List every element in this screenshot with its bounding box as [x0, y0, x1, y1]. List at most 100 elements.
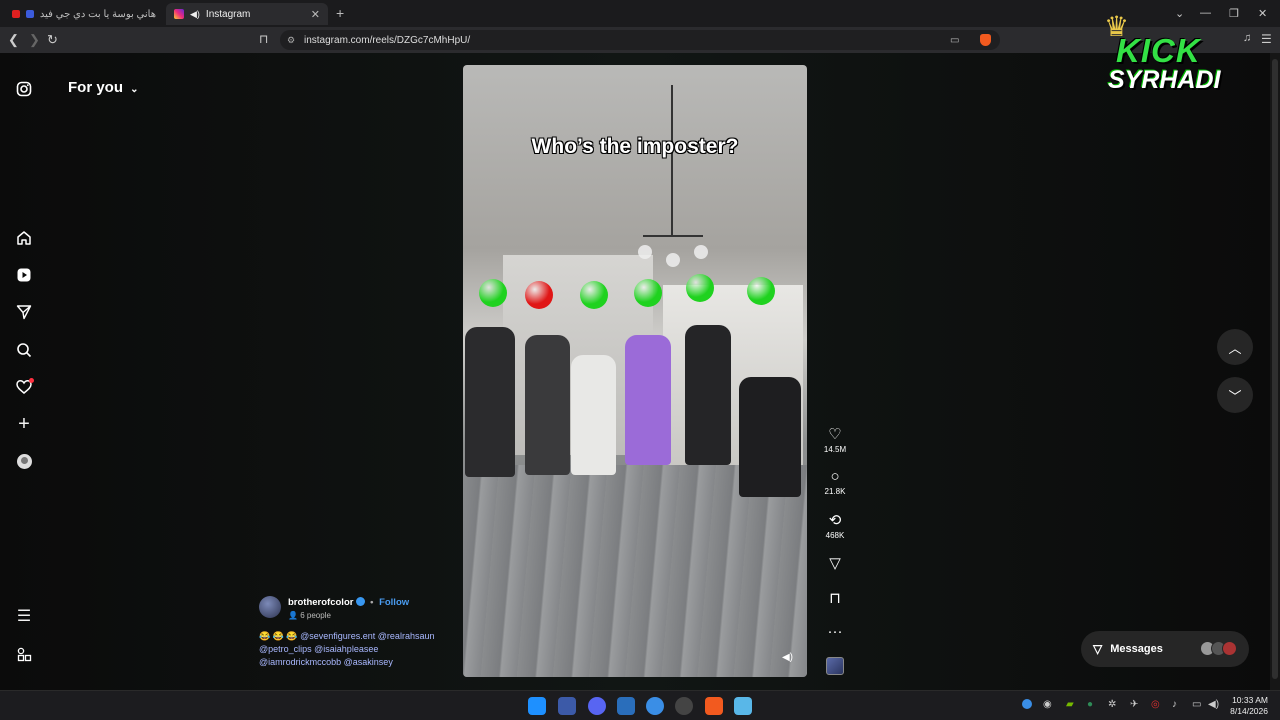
- explorer-icon[interactable]: [558, 697, 576, 715]
- network-icon[interactable]: ▭: [1192, 699, 1201, 710]
- bookmark-icon[interactable]: ⊓: [259, 32, 268, 46]
- scrollbar-thumb[interactable]: [1272, 59, 1278, 679]
- caption-line[interactable]: @petro_clips @isaiahpleasee: [259, 643, 449, 656]
- indicator-dot: [525, 281, 553, 309]
- tray-app-icon[interactable]: ◎: [1151, 699, 1160, 710]
- follow-button[interactable]: Follow: [379, 597, 409, 608]
- app-icon[interactable]: [646, 697, 664, 715]
- avatar: [1222, 641, 1237, 656]
- chandelier: [638, 85, 708, 275]
- collaborators[interactable]: 👤 6 people: [288, 611, 331, 620]
- dancer: [571, 355, 616, 475]
- message-avatars: [1200, 641, 1237, 656]
- windows-start-icon[interactable]: [528, 697, 546, 715]
- dancer: [739, 377, 801, 497]
- avatar[interactable]: [259, 596, 281, 618]
- messages-button[interactable]: ▽ Messages: [1081, 631, 1249, 667]
- close-tab-icon[interactable]: ✕: [311, 8, 320, 21]
- reel-video[interactable]: Who’s the imposter? ◀): [463, 65, 807, 677]
- tray-app-icon[interactable]: ✈: [1130, 699, 1138, 710]
- side-navigation: + ☰: [0, 53, 48, 690]
- dancer: [685, 325, 731, 465]
- feed-selector[interactable]: For you ⌄: [68, 79, 139, 96]
- search-icon[interactable]: [14, 340, 34, 360]
- username[interactable]: brotherofcolor: [288, 597, 353, 608]
- share-button[interactable]: ▽: [820, 554, 850, 572]
- instagram-favicon: [174, 9, 184, 19]
- flag-icon: [25, 10, 34, 18]
- page-scrollbar[interactable]: [1270, 53, 1280, 690]
- audio-icon: ◀): [190, 8, 200, 19]
- clock[interactable]: 10:33 AM 8/14/2026: [1226, 695, 1268, 717]
- like-button[interactable]: ♡ 14.5M: [820, 425, 850, 454]
- mute-icon[interactable]: ◀): [782, 652, 793, 663]
- audio-thumbnail[interactable]: [826, 657, 844, 675]
- new-tab-button[interactable]: +: [336, 5, 344, 21]
- kick-syrhadi-logo: ♛ KICK SYRHADI: [1104, 6, 1250, 100]
- send-icon: ▽: [1093, 642, 1103, 656]
- volume-icon[interactable]: ◀): [1208, 699, 1219, 710]
- site-info-icon[interactable]: ⚙: [287, 35, 295, 46]
- logo-text-kick: KICK: [1116, 32, 1201, 69]
- people-count: 6 people: [300, 611, 331, 620]
- microphone-icon[interactable]: ♪: [1172, 699, 1177, 710]
- bookmark-icon: ⊓: [829, 590, 841, 607]
- brave-icon[interactable]: [705, 697, 723, 715]
- youtube-icon: [12, 10, 20, 18]
- repost-count: 468K: [825, 531, 845, 540]
- save-button[interactable]: ⊓: [820, 589, 850, 607]
- caption-line[interactable]: @iamrodrickmccobb @asakinsey: [259, 656, 449, 669]
- steam-icon[interactable]: ◉: [1043, 699, 1052, 710]
- create-icon[interactable]: +: [14, 413, 34, 435]
- address-bar[interactable]: ⚙ instagram.com/reels/DZGc7cMhHpU/ ▭: [280, 30, 1000, 50]
- comment-button[interactable]: ○ 21.8K: [820, 468, 850, 496]
- browser-toolbar: ❮ ❯ ↻ ⊓ ⚙ instagram.com/reels/DZGc7cMhHp…: [0, 27, 1280, 53]
- app-icon[interactable]: [617, 697, 635, 715]
- previous-reel-button[interactable]: ︿: [1217, 329, 1253, 365]
- home-icon[interactable]: [14, 228, 34, 248]
- menu-icon[interactable]: ☰: [14, 606, 34, 626]
- tray-app-icon[interactable]: ✲: [1108, 699, 1116, 710]
- like-count: 14.5M: [823, 445, 847, 454]
- brave-shield-icon[interactable]: [980, 34, 991, 46]
- reload-button[interactable]: ↻: [47, 32, 58, 48]
- tray-app-icon[interactable]: [1022, 699, 1032, 709]
- tab-instagram[interactable]: ◀) Instagram ✕: [166, 3, 328, 25]
- reels-icon[interactable]: [14, 265, 34, 285]
- separator: •: [370, 597, 374, 608]
- next-reel-button[interactable]: ﹀: [1217, 377, 1253, 413]
- obs-icon[interactable]: [675, 697, 693, 715]
- indicator-dot: [479, 279, 507, 307]
- nvidia-icon[interactable]: ▰: [1066, 699, 1074, 710]
- author-line: brotherofcolor • Follow: [288, 597, 409, 608]
- discord-icon[interactable]: [588, 697, 606, 715]
- logo-text-syrhadi: SYRHADI: [1108, 66, 1221, 94]
- comment-count: 21.8K: [824, 487, 846, 496]
- repost-button[interactable]: ⟲ 468K: [820, 511, 850, 540]
- close-window-button[interactable]: ✕: [1258, 7, 1267, 20]
- notepad-icon[interactable]: [734, 697, 752, 715]
- profile-icon[interactable]: [14, 451, 34, 471]
- caption-line[interactable]: 😂 😂 😂 @sevenfigures.ent @realrahsaun: [259, 630, 449, 643]
- back-button[interactable]: ❮: [8, 32, 19, 48]
- instagram-icon[interactable]: [14, 79, 34, 99]
- cast-icon[interactable]: ▭: [950, 35, 959, 46]
- date: 8/14/2026: [1230, 706, 1268, 716]
- forward-button[interactable]: ❯: [29, 32, 40, 48]
- messages-label: Messages: [1110, 643, 1163, 655]
- chevron-down-icon: ⌄: [130, 84, 139, 95]
- browser-tab-strip: هاني بوسة يا بت دي جي فيديو اوزك ◀) Inst…: [0, 0, 1280, 27]
- notifications-heart-icon[interactable]: [14, 377, 34, 397]
- chevron-down-icon: ﹀: [1228, 388, 1242, 404]
- indicator-dot: [747, 277, 775, 305]
- tray-app-icon[interactable]: ●: [1087, 699, 1093, 710]
- tab-video[interactable]: هاني بوسة يا بت دي جي فيديو اوزك: [4, 3, 164, 25]
- send-icon[interactable]: [14, 302, 34, 322]
- more-options-button[interactable]: ···: [820, 623, 850, 640]
- time: 10:33 AM: [1232, 695, 1268, 705]
- browser-menu-icon[interactable]: ☰: [1261, 32, 1272, 46]
- more-apps-icon[interactable]: [14, 644, 34, 664]
- url-text: instagram.com/reels/DZGc7cMhHpU/: [304, 34, 471, 46]
- verified-icon: [356, 597, 366, 606]
- indicator-dot: [580, 281, 608, 309]
